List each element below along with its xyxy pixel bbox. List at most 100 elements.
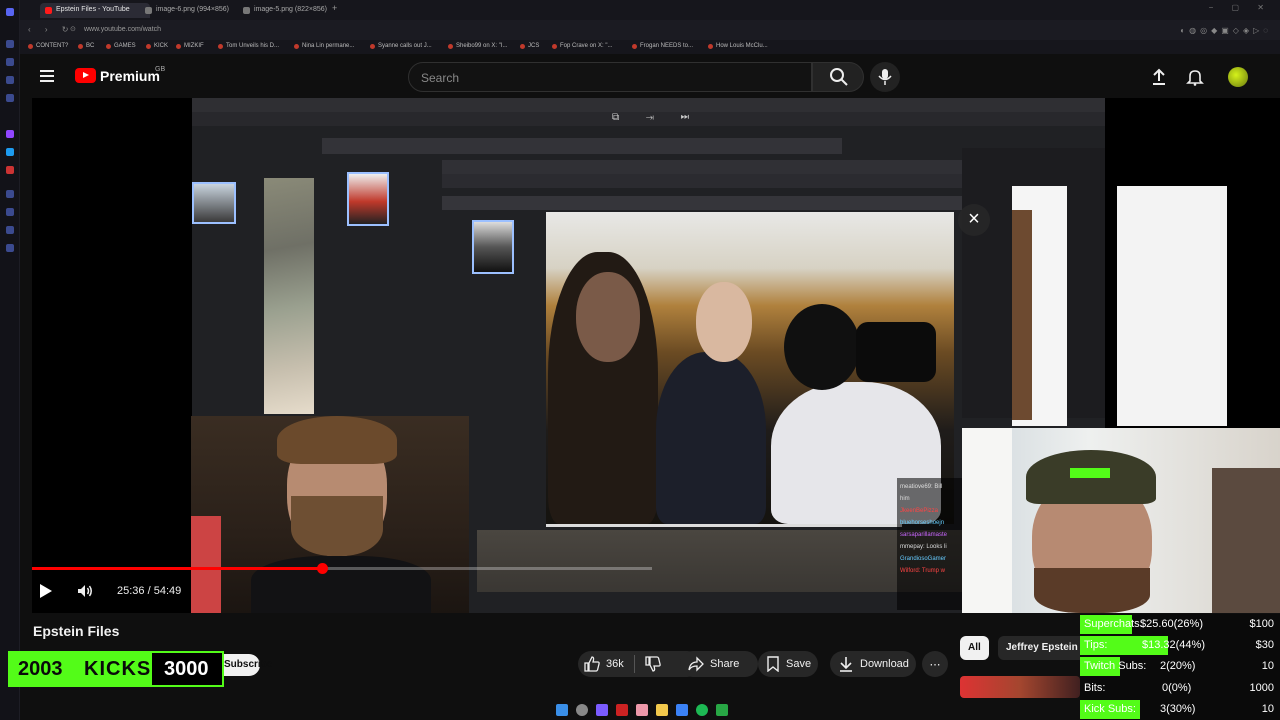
download-label: Download [860, 658, 909, 670]
bookmark-item[interactable]: KICK [146, 43, 168, 49]
share-button[interactable]: Share [680, 651, 758, 677]
sidebar-icon[interactable] [6, 40, 14, 48]
progress-scrubber[interactable] [316, 563, 328, 574]
bookmark-item[interactable]: Sheibo99 on X: "I... [448, 43, 508, 49]
webcam-window [962, 428, 1012, 613]
save-button[interactable]: Save [758, 651, 818, 677]
site-info-icon[interactable]: ⊙ [70, 25, 76, 33]
account-avatar[interactable] [1228, 67, 1248, 87]
bookmark-item[interactable]: JCS [520, 43, 539, 49]
kick-goal-label: KICKS [84, 658, 152, 680]
captured-browser-tabs [192, 98, 1105, 112]
goal-label: Twitch Subs: [1084, 660, 1147, 673]
photo-figure [784, 304, 860, 390]
extension-icons[interactable]: ◐◍◎◆▣◇◈▷◌ [1180, 26, 1272, 35]
goal-label: Superchats: [1084, 618, 1143, 630]
window-controls[interactable]: − ▢ ✕ [1209, 3, 1272, 12]
goal-row: Bits: 0(0%) 1000 [1080, 678, 1280, 699]
spotify-icon[interactable] [696, 704, 708, 716]
youtube-logo-icon[interactable] [75, 68, 96, 83]
volume-icon[interactable] [76, 582, 94, 600]
captured-window-bar [442, 160, 1042, 174]
workspace-icon[interactable] [6, 8, 14, 16]
dislike-icon[interactable] [645, 656, 661, 672]
chrome-icon[interactable] [636, 704, 648, 716]
time-separator: / [144, 585, 154, 597]
download-button[interactable]: Download [830, 651, 916, 677]
new-tab-icon[interactable]: + [332, 3, 337, 13]
sidebar-icon[interactable] [6, 226, 14, 234]
sidebar-icon[interactable] [6, 94, 14, 102]
bookmark-item[interactable]: MIZKIF [176, 43, 204, 49]
recommended-video-thumbnail[interactable] [960, 676, 1080, 698]
goal-target: $30 [1255, 639, 1274, 652]
close-icon: × [958, 204, 990, 236]
sidebar-icon[interactable] [6, 166, 14, 174]
play-icon[interactable] [40, 584, 52, 598]
app-icon[interactable] [616, 704, 628, 716]
goal-target: 1000 [1249, 681, 1274, 694]
tab-image-5[interactable]: image-5.png (822×856) [238, 3, 328, 18]
folder-icon[interactable] [656, 704, 668, 716]
bookmark-item[interactable]: Fop Crave on X: "... [552, 43, 613, 49]
save-label: Save [786, 658, 812, 670]
sidebar-icon[interactable] [6, 190, 14, 198]
webcam-beard [291, 496, 383, 556]
search-button[interactable] [812, 62, 864, 92]
captured-image-edge [1012, 210, 1032, 420]
browser-side-rail [0, 0, 20, 720]
tab-bar: Epstein Files - YouTube image-6.png (994… [20, 0, 1280, 20]
chip-all[interactable]: All [960, 636, 989, 660]
search-input[interactable]: Search [408, 62, 812, 92]
app-icon[interactable] [676, 704, 688, 716]
notifications-bell-icon[interactable] [1186, 68, 1204, 86]
sidebar-icon[interactable] [6, 244, 14, 252]
bookmark-item[interactable]: Tom Unveils his D... [218, 43, 279, 49]
bookmark-item[interactable]: Syanne calls out J... [370, 43, 432, 49]
chip-jeffrey-epstein[interactable]: Jeffrey Epstein [998, 636, 1086, 660]
bookmark-item[interactable]: CONTENT? [28, 43, 68, 49]
sidebar-icon[interactable] [6, 58, 14, 66]
address-bar: ‹ › ↻ ⊙ www.youtube.com/watch ◐◍◎◆▣◇◈▷◌ [20, 20, 1280, 40]
discord-icon[interactable] [596, 704, 608, 716]
photo-figure [656, 352, 766, 524]
goal-row: Twitch Subs: 2(20%) 10 [1080, 656, 1280, 677]
like-count[interactable]: 36k [606, 658, 624, 670]
messenger-icon[interactable] [6, 148, 14, 156]
guest-webcam [962, 428, 1280, 613]
bookmark-item[interactable]: Nina Lin permane... [294, 43, 354, 49]
like-icon[interactable] [584, 656, 600, 672]
windows-start-icon[interactable] [556, 704, 568, 716]
goal-target: 10 [1261, 660, 1274, 673]
hamburger-menu-icon[interactable] [40, 70, 54, 82]
marble-image [264, 178, 314, 414]
tab-youtube[interactable]: Epstein Files - YouTube [40, 3, 150, 18]
goal-current: $25.60(26%) [1140, 618, 1203, 630]
bookmark-item[interactable]: BC [78, 43, 94, 49]
tab-label: Epstein Files - YouTube [56, 6, 130, 13]
more-actions-button[interactable]: ⋯ [922, 651, 948, 677]
logo-text[interactable]: Premium [100, 68, 160, 84]
pdf-thumbnail [192, 182, 236, 224]
chat-line: GrandiosoGamer [900, 556, 947, 562]
webcam-beard [1034, 568, 1150, 613]
voice-search-button[interactable] [870, 62, 900, 92]
nav-buttons[interactable]: ‹ › ↻ [28, 25, 74, 34]
video-player[interactable]: ⧉ ⇥ ⏭ × meatiove69: Bill him JkeenBePizz… [32, 98, 1280, 613]
time-display: 25:36 / 54:49 [117, 585, 181, 597]
kick-goal-target: 3000 [164, 658, 209, 680]
upload-icon[interactable] [1150, 68, 1168, 86]
sidebar-icon[interactable] [6, 208, 14, 216]
bookmark-item[interactable]: GAMES [106, 43, 136, 49]
chat-line: mmepay: Looks li [900, 544, 947, 550]
xbox-icon[interactable] [716, 704, 728, 716]
url-field[interactable]: www.youtube.com/watch [84, 26, 161, 33]
chat-line: sarsaparillamaste [900, 532, 948, 538]
bookmark-item[interactable]: Frogan NEEDS to... [632, 43, 693, 49]
sidebar-icon[interactable] [6, 76, 14, 84]
camera-shape [856, 322, 936, 382]
bookmark-item[interactable]: How Louis McClu... [708, 43, 768, 49]
tab-image-6[interactable]: image-6.png (994×856) [140, 3, 230, 18]
search-icon[interactable] [576, 704, 588, 716]
twitch-icon[interactable] [6, 130, 14, 138]
